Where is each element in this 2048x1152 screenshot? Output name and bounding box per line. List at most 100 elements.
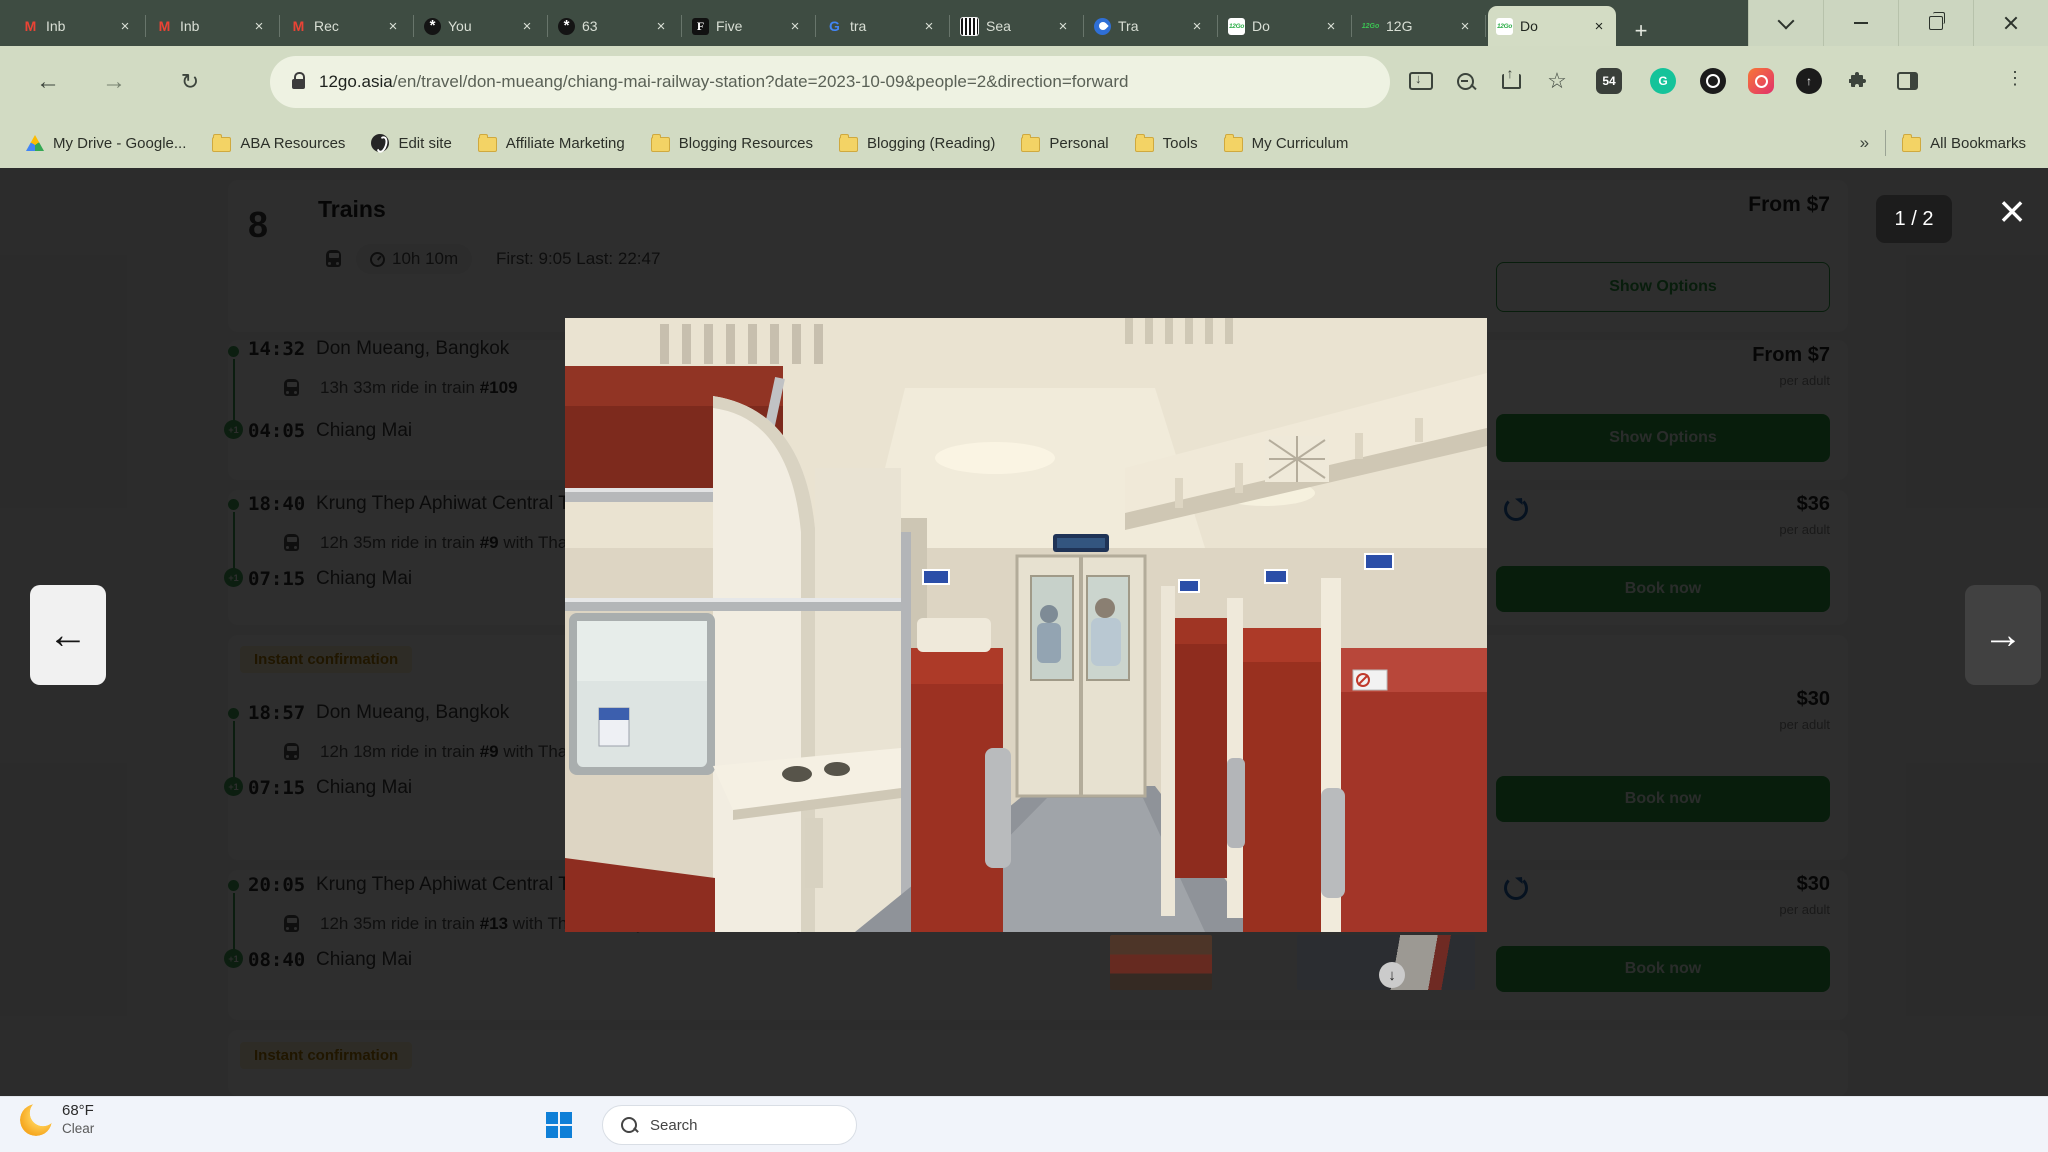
drive-icon <box>26 135 44 151</box>
barcode-icon <box>960 17 979 36</box>
taskbar-search[interactable]: Search <box>602 1105 857 1145</box>
bookmark-edit-site[interactable]: Edit site <box>371 134 451 152</box>
tab-12go-active[interactable]: 12GoDo× <box>1488 6 1616 46</box>
tab-compass-2[interactable]: *63× <box>550 6 678 46</box>
weather-temp: 68°F <box>62 1102 94 1121</box>
previous-photo-button[interactable]: ← <box>30 585 106 685</box>
tab-gmail-2[interactable]: MInb× <box>148 6 276 46</box>
bookmark-blogging-reading[interactable]: Blogging (Reading) <box>839 134 995 152</box>
gmail-icon: M <box>156 18 173 35</box>
restore-icon <box>1929 16 1943 30</box>
camera-extension-icon[interactable] <box>1748 68 1774 94</box>
tab-12go-2[interactable]: 12Go12G× <box>1354 6 1482 46</box>
minimize-button[interactable] <box>1823 0 1898 46</box>
back-button[interactable]: ← <box>30 64 66 100</box>
page-viewport: 8 Trains 10h 10m First: 9:05 Last: 22:47… <box>0 168 2048 1096</box>
arrow-extension-icon[interactable]: ↑ <box>1796 68 1822 94</box>
folder-icon <box>478 137 497 152</box>
download-button[interactable]: ↓ <box>1379 962 1405 988</box>
bookmark-affiliate-marketing[interactable]: Affiliate Marketing <box>478 134 625 152</box>
tab-search-site[interactable]: Sea× <box>952 6 1080 46</box>
fiverr-icon: F <box>692 18 709 35</box>
desktop-screen: MInb× MInb× MRec× *You× *63× FFive× Gtra… <box>0 0 2048 1152</box>
browser-tab-bar: MInb× MInb× MRec× *You× *63× FFive× Gtra… <box>0 0 2048 46</box>
tab-close-icon[interactable]: × <box>1322 17 1340 35</box>
gmail-icon: M <box>22 18 39 35</box>
lock-icon[interactable] <box>292 79 305 89</box>
bookmark-aba-resources[interactable]: ABA Resources <box>212 134 345 152</box>
folder-icon <box>1224 137 1243 152</box>
bookmark-my-curriculum[interactable]: My Curriculum <box>1224 134 1349 152</box>
moon-icon <box>20 1104 52 1136</box>
photo-thumbnail-1[interactable] <box>1110 935 1212 990</box>
tab-close-icon[interactable]: × <box>518 17 536 35</box>
folder-icon <box>651 137 670 152</box>
tab-close-icon[interactable]: × <box>250 17 268 35</box>
tab-google-search[interactable]: Gtra× <box>818 6 946 46</box>
menu-kebab-icon[interactable]: ⋮ <box>2006 68 2024 89</box>
restore-button[interactable] <box>1898 0 1973 46</box>
close-window-button[interactable] <box>1973 0 2048 46</box>
tab-travel-rocket[interactable]: Tra× <box>1086 6 1214 46</box>
train-interior-photo <box>565 318 1487 932</box>
extensions-puzzle-icon[interactable] <box>1846 68 1872 94</box>
search-icon <box>621 1117 637 1133</box>
adblock-badge-icon[interactable]: 54 <box>1596 68 1622 94</box>
bookmarks-overflow-icon[interactable]: » <box>1860 133 1869 153</box>
tab-close-icon[interactable]: × <box>652 17 670 35</box>
bookmark-my-drive[interactable]: My Drive - Google... <box>26 135 186 152</box>
tab-gmail-1[interactable]: MInb× <box>14 6 142 46</box>
divider <box>1885 130 1886 156</box>
rocket-icon <box>1094 18 1111 35</box>
tab-close-icon[interactable]: × <box>384 17 402 35</box>
browser-toolbar: ← → ↻ 12go.asia/en/travel/don-mueang/chi… <box>0 46 2048 118</box>
profile-avatar[interactable] <box>1938 64 1972 98</box>
bookmark-star-icon[interactable]: ☆ <box>1544 68 1570 94</box>
tab-fiverr[interactable]: FFive× <box>684 6 812 46</box>
photo-counter: 1 / 2 <box>1876 195 1952 243</box>
dark-extension-icon[interactable] <box>1700 68 1726 94</box>
folder-icon <box>839 137 858 152</box>
install-icon[interactable] <box>1408 68 1434 94</box>
google-icon: G <box>826 18 843 35</box>
chevron-down-icon <box>1778 13 1795 30</box>
gmail-icon: M <box>290 18 307 35</box>
tab-compass-1[interactable]: *You× <box>416 6 544 46</box>
next-photo-button[interactable]: → <box>1965 585 2041 685</box>
lightbox-close-icon[interactable]: × <box>1986 186 2038 238</box>
taskbar: 68°FClear Search N S W 11:31 AM 10/4/202… <box>0 1096 2048 1152</box>
tab-close-icon[interactable]: × <box>1456 17 1474 35</box>
12go-icon: 12Go <box>1228 18 1245 35</box>
compass-icon: * <box>558 18 575 35</box>
tab-close-icon[interactable]: × <box>920 17 938 35</box>
forward-button[interactable]: → <box>96 64 132 100</box>
tab-search-button[interactable] <box>1748 0 1823 46</box>
globe-icon <box>371 134 389 152</box>
url-text: 12go.asia/en/travel/don-mueang/chiang-ma… <box>319 72 1128 92</box>
reload-button[interactable]: ↻ <box>172 64 208 100</box>
12go-icon: 12Go <box>1496 18 1513 35</box>
bookmark-personal[interactable]: Personal <box>1021 134 1108 152</box>
all-bookmarks[interactable]: All Bookmarks <box>1902 134 2026 152</box>
tab-close-icon[interactable]: × <box>786 17 804 35</box>
weather-widget[interactable]: 68°FClear <box>20 1102 94 1138</box>
grammarly-icon[interactable]: G <box>1650 68 1676 94</box>
tab-close-icon[interactable]: × <box>1054 17 1072 35</box>
bookmark-tools[interactable]: Tools <box>1135 134 1198 152</box>
side-panel-icon[interactable] <box>1894 68 1920 94</box>
tab-12go-1[interactable]: 12GoDo× <box>1220 6 1348 46</box>
tab-gmail-3[interactable]: MRec× <box>282 6 410 46</box>
tab-close-icon[interactable]: × <box>1188 17 1206 35</box>
folder-icon <box>1135 137 1154 152</box>
zoom-out-icon[interactable] <box>1452 68 1478 94</box>
tab-close-icon[interactable]: × <box>1590 17 1608 35</box>
bookmark-blogging-resources[interactable]: Blogging Resources <box>651 134 813 152</box>
folder-icon <box>1021 137 1040 152</box>
start-button[interactable] <box>546 1112 572 1138</box>
address-bar[interactable]: 12go.asia/en/travel/don-mueang/chiang-ma… <box>270 56 1390 108</box>
share-icon[interactable] <box>1498 68 1524 94</box>
new-tab-button[interactable]: + <box>1626 16 1656 46</box>
tab-close-icon[interactable]: × <box>116 17 134 35</box>
bookmarks-bar: My Drive - Google... ABA Resources Edit … <box>0 118 2048 168</box>
folder-icon <box>212 137 231 152</box>
